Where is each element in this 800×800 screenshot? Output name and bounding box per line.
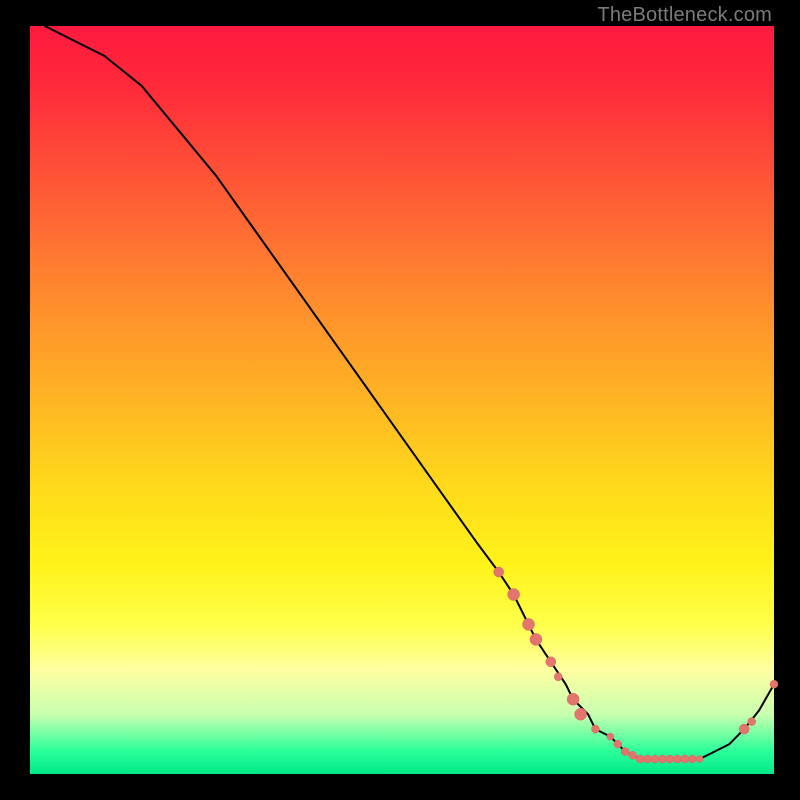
curve-marker (673, 755, 681, 763)
curve-marker (494, 567, 504, 577)
curve-marker (508, 589, 520, 601)
plot-area (30, 26, 774, 774)
curve-marker (629, 751, 637, 759)
curve-markers (494, 567, 778, 763)
curve-marker (554, 673, 562, 681)
curve-marker (658, 755, 666, 763)
curve-marker (621, 748, 629, 756)
bottleneck-curve (45, 26, 774, 759)
curve-marker (688, 755, 696, 763)
curve-marker (523, 618, 535, 630)
curve-marker (607, 733, 614, 740)
curve-marker (651, 755, 659, 763)
curve-marker (614, 740, 622, 748)
curve-marker (644, 755, 652, 763)
curve-svg (30, 26, 774, 774)
curve-marker (636, 755, 644, 763)
curve-marker (530, 633, 542, 645)
curve-marker (681, 755, 689, 763)
curve-marker (696, 756, 703, 763)
curve-marker (666, 755, 674, 763)
curve-marker (567, 693, 579, 705)
chart-stage: TheBottleneck.com (0, 0, 800, 800)
curve-marker (739, 724, 749, 734)
curve-marker (591, 725, 599, 733)
curve-marker (770, 680, 778, 688)
curve-marker (546, 657, 556, 667)
curve-marker (748, 718, 756, 726)
curve-marker (575, 708, 587, 720)
watermark-text: TheBottleneck.com (597, 4, 772, 27)
